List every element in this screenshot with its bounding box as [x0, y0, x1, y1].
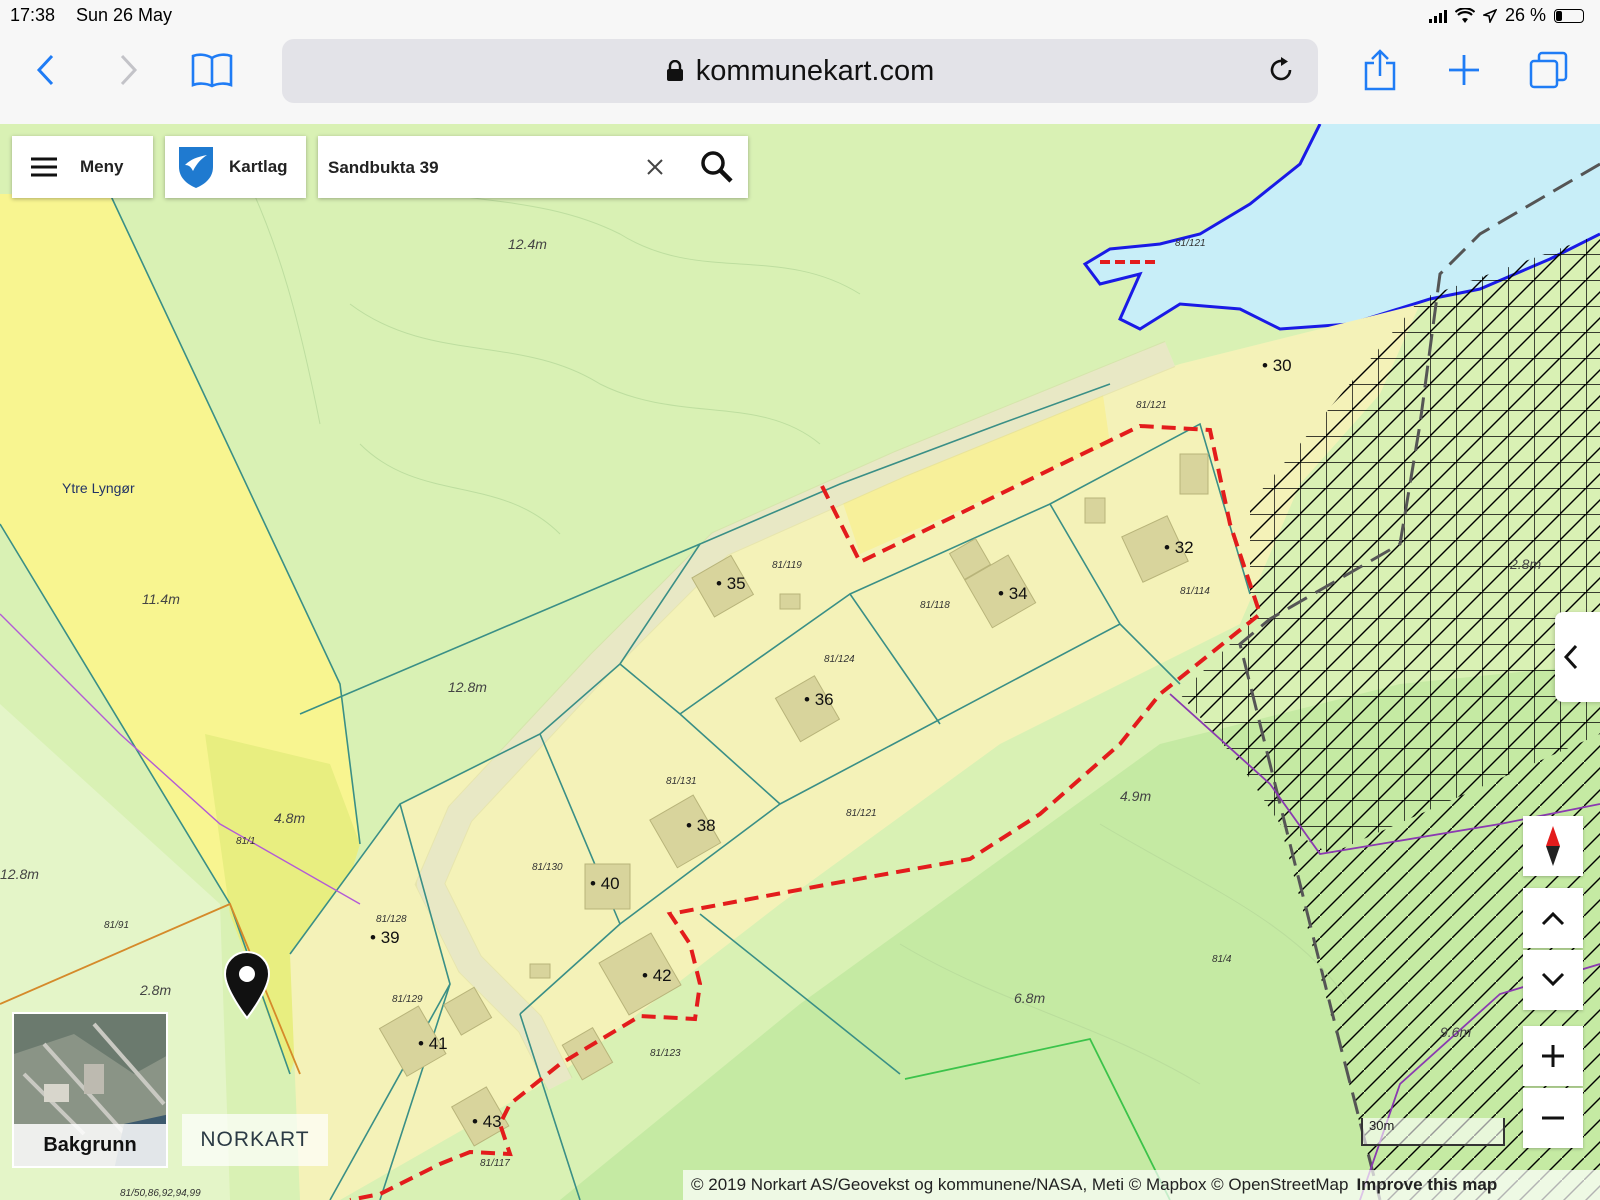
parcel-id: 81/121 [1175, 238, 1206, 249]
parcel-id: 81/1 [236, 836, 256, 847]
parcel-id: 81/124 [824, 654, 855, 665]
map-canvas[interactable] [0, 124, 1600, 1200]
elevation-label: 9.6m [1440, 1024, 1472, 1040]
status-indicators: 26 % [1428, 5, 1584, 26]
parcel-id: 81/130 [532, 862, 563, 873]
signal-icon [1428, 9, 1447, 23]
house-number: • 35 [716, 574, 746, 593]
search-panel [318, 136, 748, 198]
parcel-id: 81/91 [104, 920, 130, 931]
url-text: kommunekart.com [695, 54, 935, 87]
book-icon [191, 53, 233, 88]
tabs-button[interactable] [1524, 46, 1572, 94]
back-button[interactable] [22, 46, 70, 94]
minus-icon [1542, 1116, 1564, 1120]
parcel-id: 81/118 [920, 600, 950, 611]
house-number: • 30 [1262, 356, 1292, 375]
improve-map-link[interactable]: Improve this map [1356, 1175, 1497, 1194]
status-date: Sun 26 May [76, 5, 173, 25]
reload-icon [1270, 57, 1292, 81]
elevation-label: 12.8m [0, 866, 39, 882]
share-icon [1364, 49, 1396, 91]
search-input[interactable] [326, 152, 630, 184]
address-bar[interactable]: kommunekart.com [282, 39, 1318, 103]
parcel-id: 81/129 [392, 994, 423, 1005]
house-number: • 40 [590, 874, 620, 893]
house-number: • 36 [804, 690, 834, 709]
zoom-out-button[interactable] [1523, 1088, 1583, 1148]
house-number: • 32 [1164, 538, 1194, 557]
plus-icon [1542, 1045, 1564, 1067]
location-pin-icon[interactable] [222, 950, 272, 1022]
elevation-label: 12.4m [508, 236, 547, 252]
battery-icon [1554, 8, 1584, 23]
elevation-label: 4.8m [274, 810, 306, 826]
place-label: Ytre Lyngør [62, 480, 135, 496]
chevron-up-icon [1541, 911, 1565, 926]
plus-icon [1449, 55, 1479, 85]
browser-toolbar: kommunekart.com [0, 30, 1600, 125]
house-number: • 34 [998, 584, 1028, 603]
compass-icon [1546, 826, 1560, 866]
chevron-left-icon [36, 54, 54, 86]
zoom-in-button[interactable] [1523, 1026, 1583, 1086]
share-button[interactable] [1356, 46, 1404, 94]
elevation-label: 6.8m [1014, 990, 1046, 1006]
side-panel-toggle[interactable] [1555, 612, 1600, 702]
parcel-id: 81/119 [772, 560, 802, 571]
menu-label: Meny [80, 157, 124, 176]
map-attribution: © 2019 Norkart AS/Geovekst og kommunene/… [683, 1170, 1600, 1200]
attribution-text: © 2019 Norkart AS/Geovekst og kommunene/… [691, 1175, 1349, 1194]
house-number: • 43 [472, 1112, 502, 1131]
layers-label: Kartlag [229, 157, 288, 176]
clear-icon[interactable] [646, 158, 664, 176]
parcel-id: 81/117 [480, 1158, 510, 1169]
status-bar: 17:38 Sun 26 May 26 % [0, 0, 1600, 30]
municipality-shield-icon [179, 147, 213, 188]
battery-percent: 26 % [1504, 5, 1546, 25]
chevron-left-icon [1563, 644, 1578, 670]
parcel-id: 81/4 [1212, 954, 1232, 965]
search-icon[interactable] [700, 150, 734, 184]
location-arrow-icon [1482, 8, 1497, 23]
parcel-id: 81/50,86,92,94,99 [120, 1188, 201, 1199]
background-switcher[interactable]: Bakgrunn [12, 1012, 168, 1168]
elevation-label: 2.8m [1510, 556, 1542, 572]
chevron-down-icon [1541, 972, 1565, 987]
tilt-down-button[interactable] [1523, 950, 1583, 1010]
parcel-id: 81/123 [650, 1048, 681, 1059]
status-time: 17:38 [10, 5, 56, 25]
house-number: • 38 [686, 816, 716, 835]
lock-icon [666, 60, 683, 81]
elevation-label: 11.4m [142, 591, 180, 607]
norkart-logo: NORKART [182, 1114, 328, 1166]
forward-button[interactable] [104, 46, 152, 94]
parcel-id: 81/121 [846, 808, 877, 819]
parcel-id: 81/114 [1180, 586, 1210, 597]
compass-button[interactable] [1523, 816, 1583, 876]
menu-button[interactable]: Meny [12, 136, 153, 198]
background-label: Bakgrunn [14, 1124, 166, 1166]
tabs-icon [1529, 51, 1568, 89]
elevation-label: 4.9m [1120, 788, 1152, 804]
map-view[interactable]: Ytre Lyngør 12.4m 11.4m 12.8m 4.8m 12.8m… [0, 124, 1600, 1200]
house-number: • 41 [418, 1034, 448, 1053]
wifi-icon [1454, 7, 1475, 23]
house-number: • 42 [642, 966, 672, 985]
parcel-id: 81/128 [376, 914, 407, 925]
bookmarks-button[interactable] [188, 46, 236, 94]
scale-label: 30m [1369, 1118, 1395, 1133]
house-number: • 39 [370, 928, 400, 947]
scale-bar: 30m [1361, 1118, 1505, 1146]
parcel-id: 81/131 [666, 776, 697, 787]
layers-button[interactable]: Kartlag [165, 136, 306, 198]
parcel-id: 81/121 [1136, 400, 1167, 411]
reload-button[interactable] [1266, 55, 1296, 93]
hamburger-icon [31, 157, 57, 177]
elevation-label: 2.8m [140, 982, 172, 998]
elevation-label: 12.8m [448, 679, 487, 695]
new-tab-button[interactable] [1440, 46, 1488, 94]
tilt-up-button[interactable] [1523, 888, 1583, 948]
chevron-right-icon [120, 54, 138, 86]
